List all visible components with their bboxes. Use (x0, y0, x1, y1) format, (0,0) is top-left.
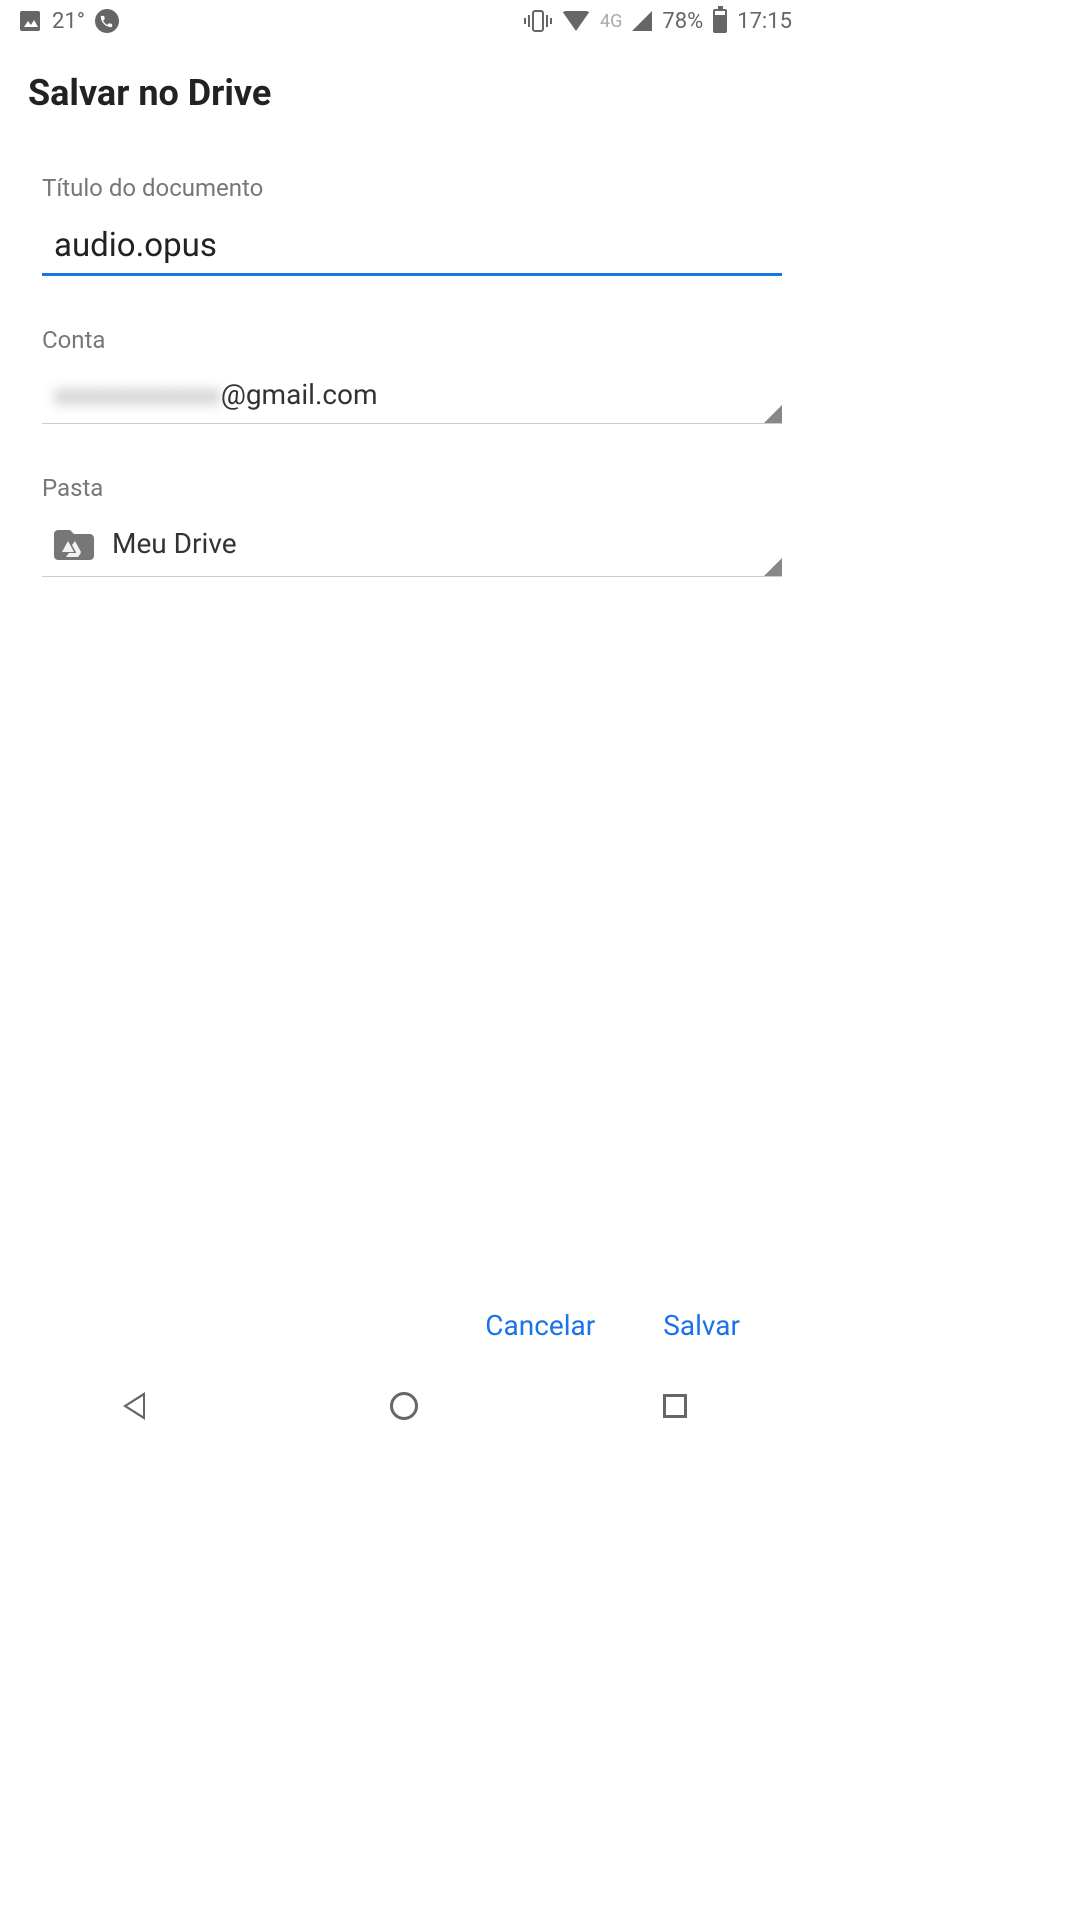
folder-selector[interactable]: Meu Drive (42, 518, 782, 577)
navigation-bar (0, 1380, 810, 1440)
picture-icon (18, 9, 42, 33)
battery-icon (713, 9, 727, 33)
phone-icon (95, 9, 119, 33)
nav-back-button[interactable] (123, 1392, 145, 1420)
document-title-label: Título do documento (28, 174, 782, 202)
dialog-button-row: Cancelar Salvar (28, 1299, 782, 1380)
status-left: 21° (18, 9, 119, 34)
account-label: Conta (28, 326, 782, 354)
nav-recent-button[interactable] (663, 1394, 687, 1418)
signal-icon (632, 11, 652, 31)
folder-field: Pasta Meu Drive (28, 474, 782, 577)
dialog-content: Salvar no Drive Título do documento Cont… (0, 42, 810, 1380)
save-button[interactable]: Salvar (649, 1299, 754, 1352)
folder-name: Meu Drive (112, 527, 237, 560)
status-right: 4G 78% 17:15 (524, 9, 792, 34)
account-visible-part: @gmail.com (221, 378, 378, 411)
account-field: Conta xxxxxxxxxxxx@gmail.com (28, 326, 782, 424)
document-title-field: Título do documento (28, 174, 782, 276)
nav-home-button[interactable] (390, 1392, 418, 1420)
document-title-input[interactable] (42, 218, 782, 276)
dropdown-icon (764, 405, 782, 423)
account-blurred-part: xxxxxxxxxxxx (54, 378, 221, 411)
clock-text: 17:15 (737, 9, 792, 34)
account-selector[interactable]: xxxxxxxxxxxx@gmail.com (42, 370, 782, 424)
cancel-button[interactable]: Cancelar (471, 1299, 609, 1352)
dropdown-icon (764, 558, 782, 576)
network-type-text: 4G (600, 11, 622, 32)
temperature-text: 21° (52, 9, 85, 34)
battery-percent-text: 78% (662, 9, 703, 34)
wifi-icon (562, 11, 590, 31)
vibrate-icon (524, 10, 552, 32)
folder-label: Pasta (28, 474, 782, 502)
drive-folder-icon (54, 526, 94, 560)
dialog-title: Salvar no Drive (28, 72, 782, 114)
status-bar: 21° 4G 78% 17:15 (0, 0, 810, 42)
